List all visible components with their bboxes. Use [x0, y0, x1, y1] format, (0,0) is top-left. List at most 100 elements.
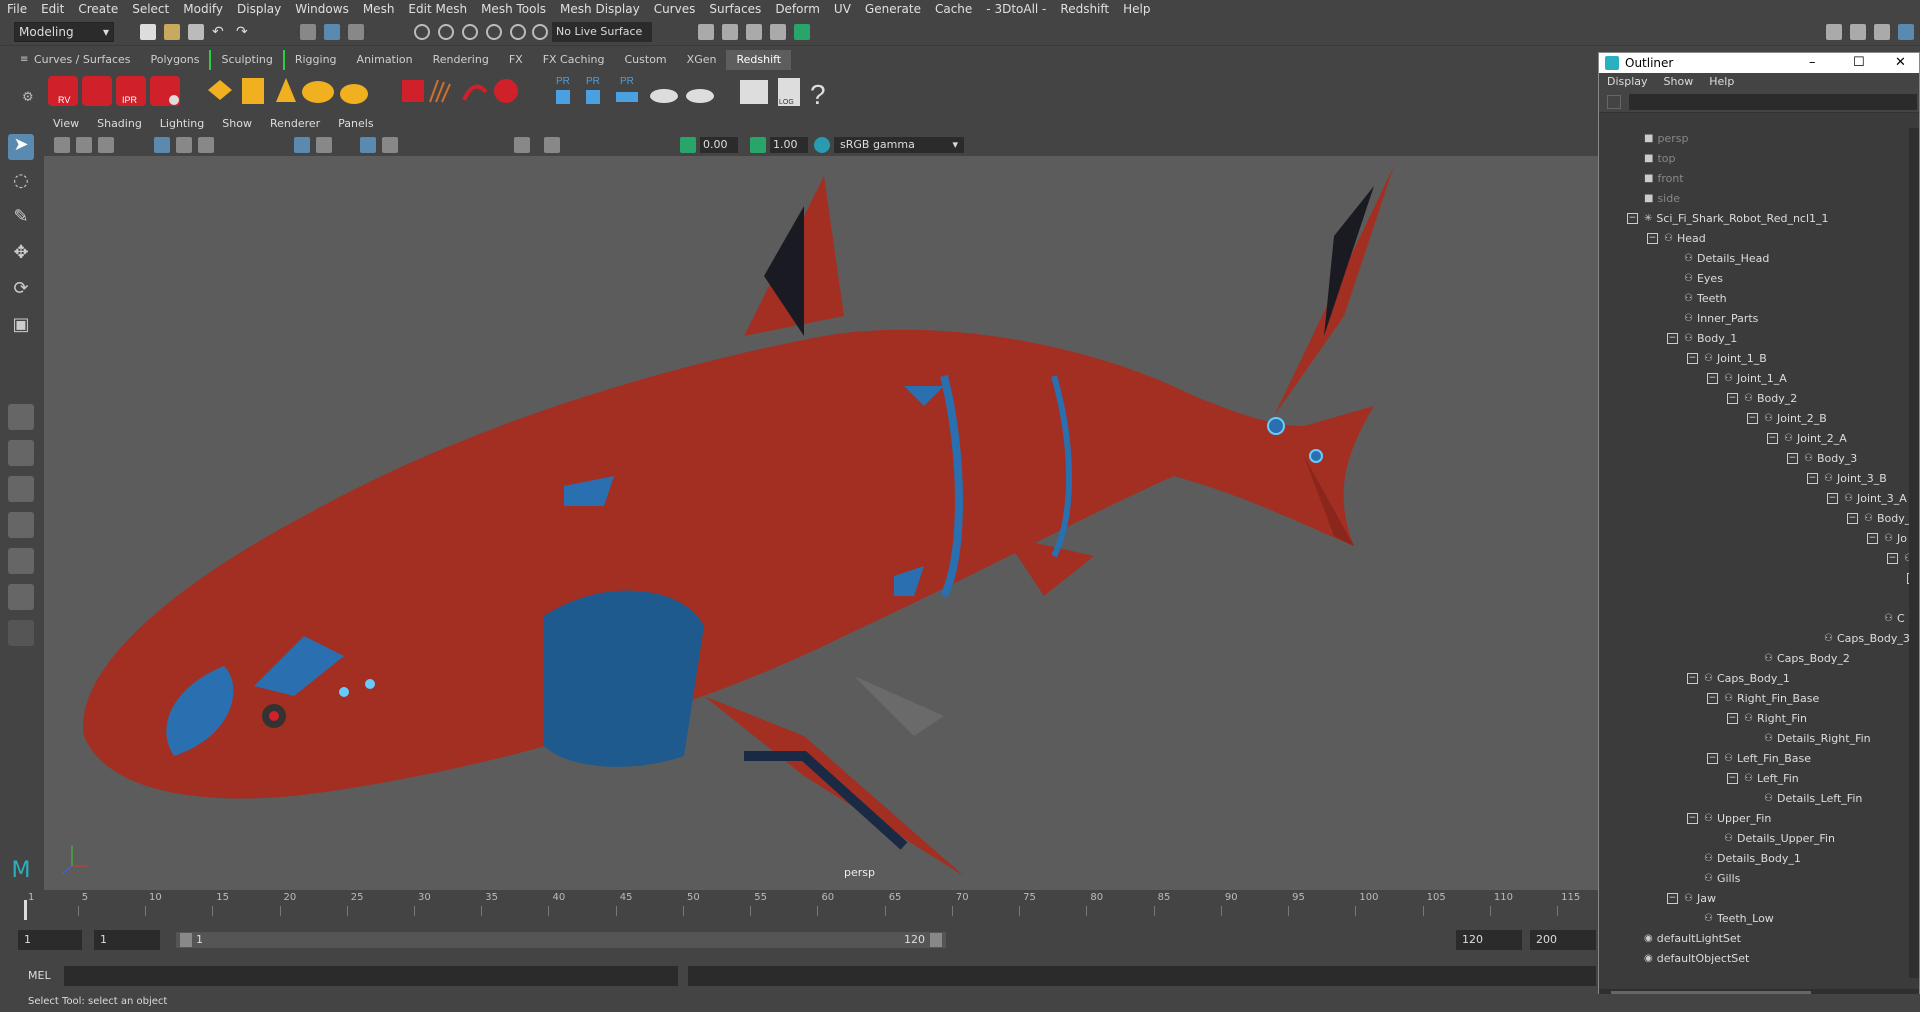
outliner-item[interactable]: − ⚇ Caps_Body_1: [1687, 668, 1790, 688]
collapse-toggle-icon[interactable]: −: [1687, 352, 1698, 364]
outliner-item[interactable]: − ⚇ Joint_1_A: [1707, 368, 1787, 388]
snap-point-icon[interactable]: [462, 24, 478, 40]
workspace-icon[interactable]: [1826, 24, 1842, 40]
collapse-toggle-icon[interactable]: −: [1727, 392, 1738, 404]
scene-render[interactable]: [44, 156, 1598, 890]
snap-curve-icon[interactable]: [438, 24, 454, 40]
collapse-toggle-icon[interactable]: −: [1707, 372, 1718, 384]
collapse-toggle-icon[interactable]: −: [1707, 752, 1718, 764]
rotate-tool-icon[interactable]: ⟳: [8, 278, 34, 304]
shelf-tab-custom[interactable]: Custom: [615, 50, 677, 70]
menu-create[interactable]: Create: [71, 2, 125, 16]
start-time-field[interactable]: 1: [18, 930, 82, 950]
shelf-menu-icon[interactable]: ≡: [20, 54, 32, 66]
shelf-tab-sculpting[interactable]: Sculpting: [209, 50, 282, 70]
grid-toggle-icon[interactable]: [154, 137, 170, 153]
command-input[interactable]: [64, 966, 678, 986]
render-options-icon[interactable]: [150, 76, 180, 106]
tool-settings-icon[interactable]: [1874, 24, 1890, 40]
menu-help[interactable]: Help: [1116, 2, 1157, 16]
collapse-toggle-icon[interactable]: −: [1707, 692, 1718, 704]
menu-mesh[interactable]: Mesh: [356, 2, 402, 16]
menu-curves[interactable]: Curves: [647, 2, 703, 16]
bowl-icon-2[interactable]: [686, 89, 714, 103]
menu-select[interactable]: Select: [125, 2, 176, 16]
two-pane-layout-icon[interactable]: [8, 476, 34, 502]
save-scene-icon[interactable]: [188, 24, 204, 40]
outliner-item[interactable]: − ⚇ Left_Fin_Base: [1707, 748, 1811, 768]
menu-uv[interactable]: UV: [827, 2, 858, 16]
collapse-toggle-icon[interactable]: −: [1887, 552, 1898, 564]
outliner-item[interactable]: − ⚇ Jaw: [1667, 888, 1716, 908]
outliner-item[interactable]: − ⚇ Head: [1647, 228, 1706, 248]
maximize-icon[interactable]: ☐: [1853, 55, 1865, 70]
outliner-item[interactable]: − ⚇ Right_Fin_Base: [1707, 688, 1819, 708]
outliner-item[interactable]: − ⚇ Body_3: [1787, 448, 1857, 468]
bookmark-icon[interactable]: [98, 137, 114, 153]
scale-tool-icon[interactable]: ▣: [8, 314, 34, 340]
lasso-tool-icon[interactable]: ◌: [8, 170, 34, 196]
playback-start-field[interactable]: 1: [94, 930, 160, 950]
shelf-tab-rigging[interactable]: Rigging: [282, 50, 347, 70]
collapse-toggle-icon[interactable]: −: [1807, 472, 1818, 484]
range-start-handle[interactable]: [180, 933, 192, 947]
color-management-icon[interactable]: [814, 137, 830, 153]
outliner-menu-help[interactable]: Help: [1701, 73, 1742, 91]
new-scene-icon[interactable]: [140, 24, 156, 40]
outliner-item[interactable]: ■ top: [1627, 148, 1675, 168]
collapse-toggle-icon[interactable]: −: [1847, 512, 1858, 524]
outliner-item[interactable]: ■ side: [1627, 188, 1680, 208]
collapse-toggle-icon[interactable]: −: [1767, 432, 1778, 444]
lights-icon[interactable]: [382, 137, 398, 153]
outliner-item[interactable]: ⚇ Inner_Parts: [1667, 308, 1758, 328]
close-icon[interactable]: ✕: [1895, 55, 1906, 70]
outliner-item[interactable]: ⚇ Details_Upper_Fin: [1707, 828, 1835, 848]
outliner-item[interactable]: − ⚇ Body_: [1847, 508, 1909, 528]
paint-select-icon[interactable]: ✎: [8, 206, 34, 232]
outliner-item[interactable]: ■ persp: [1627, 128, 1688, 148]
menu-file[interactable]: File: [0, 2, 34, 16]
outliner-item[interactable]: ⚇ Gills: [1687, 868, 1740, 888]
outliner-item[interactable]: − ⚇ Left_Fin: [1727, 768, 1799, 788]
script-language-label[interactable]: MEL: [28, 969, 51, 982]
camera-attr-icon[interactable]: [76, 137, 92, 153]
four-pane-layout-icon[interactable]: [8, 440, 34, 466]
outliner-vertical-scrollbar[interactable]: [1909, 128, 1919, 978]
exposure-field[interactable]: 0.00: [700, 137, 738, 153]
outliner-item[interactable]: ⚇ Teeth_Low: [1687, 908, 1774, 928]
ipr-render-icon[interactable]: [722, 24, 738, 40]
wireframe-icon[interactable]: [294, 137, 310, 153]
menu-cache[interactable]: Cache: [928, 2, 979, 16]
collapse-toggle-icon[interactable]: −: [1667, 332, 1678, 344]
outliner-item[interactable]: − ⚇ Joint_1_B: [1687, 348, 1767, 368]
smooth-shade-icon[interactable]: [316, 137, 332, 153]
outliner-item[interactable]: − ⚇ Body_2: [1727, 388, 1797, 408]
menu-deform[interactable]: Deform: [768, 2, 827, 16]
collapse-toggle-icon[interactable]: −: [1727, 712, 1738, 724]
script-editor-icon[interactable]: [740, 80, 768, 104]
outliner-item[interactable]: ■ front: [1627, 168, 1684, 188]
outliner-item[interactable]: ◉ defaultObjectSet: [1627, 948, 1749, 968]
gamma-icon[interactable]: [750, 137, 766, 153]
outliner-item[interactable]: ⚇ Details_Left_Fin: [1747, 788, 1862, 808]
attribute-editor-icon[interactable]: [1850, 24, 1866, 40]
pr-icon-2[interactable]: PR: [586, 76, 600, 104]
grid-light-icon[interactable]: [242, 78, 264, 104]
menu-edit-mesh[interactable]: Edit Mesh: [401, 2, 474, 16]
shelf-tab-curves-surfaces[interactable]: Curves / Surfaces: [24, 50, 141, 70]
camera-select-icon[interactable]: [54, 137, 70, 153]
rv-render-icon[interactable]: RV: [48, 76, 78, 106]
outliner-item[interactable]: − ⚇ Joint_3_A: [1827, 488, 1907, 508]
collapse-toggle-icon[interactable]: −: [1687, 672, 1698, 684]
outliner-item[interactable]: ⚇ Details_Head: [1667, 248, 1769, 268]
resolution-gate-icon[interactable]: [198, 137, 214, 153]
exposure-icon[interactable]: [680, 137, 696, 153]
outliner-item[interactable]: ⚇ Teeth: [1667, 288, 1727, 308]
filter-icon[interactable]: [1607, 95, 1621, 109]
outliner-item[interactable]: − ✳ Sci_Fi_Shark_Robot_Red_ncl1_1: [1627, 208, 1829, 228]
color-space-dropdown[interactable]: sRGB gamma ▾: [834, 137, 964, 153]
outliner-item[interactable]: − ⚇ Upper_Fin: [1687, 808, 1771, 828]
minimize-icon[interactable]: –: [1809, 55, 1816, 70]
hair-icon[interactable]: [429, 79, 451, 103]
isolate-select-icon[interactable]: [514, 137, 530, 153]
